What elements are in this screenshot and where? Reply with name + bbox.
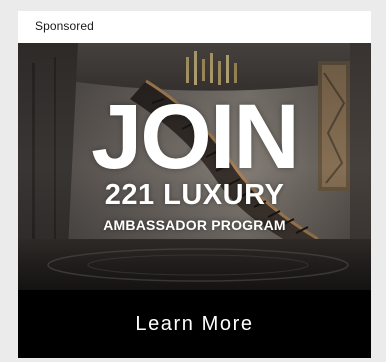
headline-text: JOIN	[91, 86, 300, 188]
learn-more-button[interactable]: Learn More	[18, 290, 371, 358]
sponsored-header: Sponsored	[18, 11, 371, 43]
subheadline-text: 221 LUXURY	[104, 179, 285, 211]
tagline-text: AMBASSADOR PROGRAM	[103, 217, 286, 233]
hero-image[interactable]: JOIN 221 LUXURY AMBASSADOR PROGRAM	[18, 43, 371, 290]
sponsored-label: Sponsored	[35, 19, 94, 33]
sponsored-ad-card[interactable]: Sponsored JOIN 221 LUXURY AMBASSADOR PRO…	[18, 11, 371, 358]
hero-text-overlay: JOIN 221 LUXURY AMBASSADOR PROGRAM	[18, 43, 371, 290]
